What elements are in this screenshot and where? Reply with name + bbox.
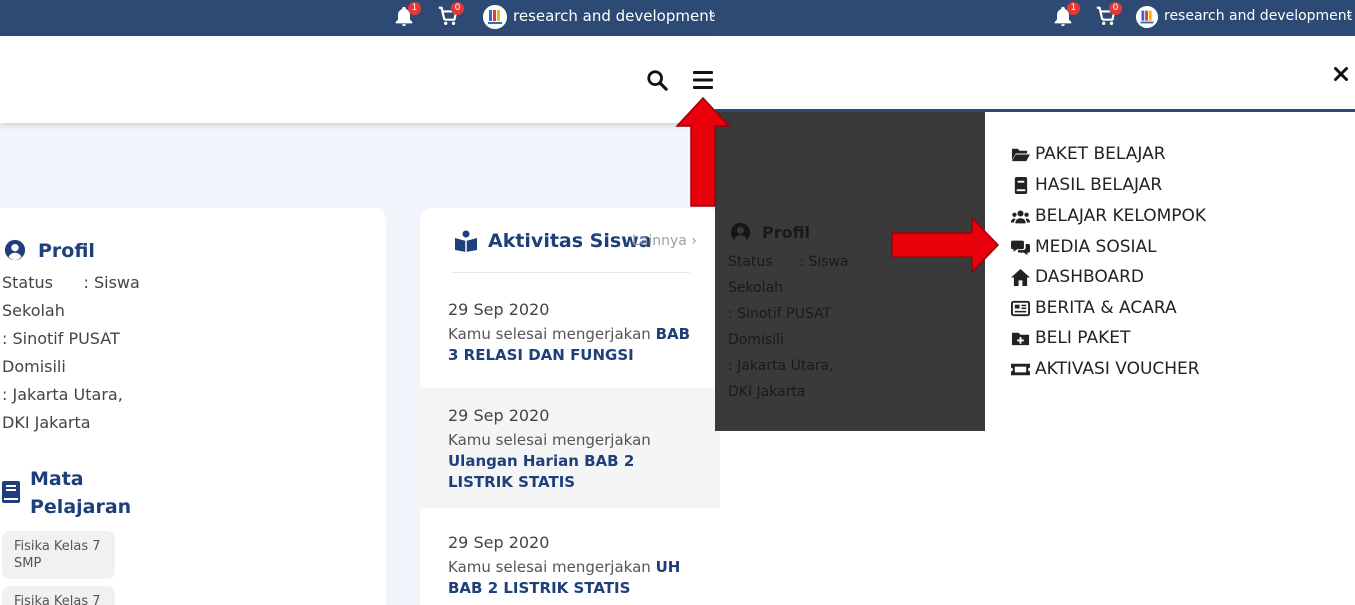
activity-text: Kamu selesai mengerjakan BAB 3 RELASI DA… [448, 325, 691, 364]
activity-date: 29 Sep 2020 [448, 300, 550, 319]
activity-date: 29 Sep 2020 [448, 533, 550, 552]
subjects-title: Mata [30, 468, 84, 490]
activity-card: Aktivitas Siswa Lainnya › 29 Sep 2020 Ka… [420, 208, 720, 605]
profile-school-label: Sekolah [728, 280, 784, 296]
profile-title: Profil [762, 223, 810, 242]
logo-icon [483, 5, 507, 29]
site-header [0, 36, 715, 123]
menu-item-media-sosial[interactable]: MEDIA SOSIAL [1011, 235, 1157, 259]
profile-domicile-value: : Jakarta Utara, [2, 385, 123, 404]
cart-badge: 0 [1109, 2, 1122, 15]
ticket-icon [1011, 363, 1030, 375]
menu-item-label: PAKET BELAJAR [1035, 144, 1166, 164]
profile-school-value: : Sinotif PUSAT [2, 329, 120, 348]
menu-item-berita-acara[interactable]: BERITA & ACARA [1011, 296, 1177, 320]
top-bar: 1 0 research and development ⌄ [715, 0, 1355, 36]
user-circle-icon [730, 222, 751, 243]
activity-item[interactable]: 29 Sep 2020 Kamu selesai mengerjakan Ula… [420, 388, 720, 508]
user-name[interactable]: research and development [1164, 8, 1352, 24]
annotation-arrow-right [891, 216, 1000, 274]
site-header-expanded [715, 36, 1355, 112]
profile-status: Status : Siswa [2, 273, 140, 292]
cart-badge: 0 [451, 2, 464, 15]
avatar[interactable] [483, 5, 507, 29]
profile-domicile-label: Domisili [2, 357, 66, 376]
menu-item-belajar-kelompok[interactable]: BELAJAR KELOMPOK [1011, 204, 1206, 228]
profile-school-value: : Sinotif PUSAT [728, 306, 832, 322]
notification-badge: 1 [1067, 2, 1080, 15]
activity-title: Aktivitas Siswa [488, 230, 652, 252]
comments-icon [1011, 240, 1030, 255]
newspaper-icon [1011, 300, 1030, 316]
close-icon[interactable] [1334, 67, 1348, 81]
activity-text: Kamu selesai mengerjakan Ulangan Harian … [448, 431, 651, 491]
chevron-down-icon[interactable]: ⌄ [1345, 9, 1353, 20]
book-icon [2, 481, 20, 503]
cart-plus-icon [1011, 332, 1030, 345]
profile-domicile-value-2: DKI Jakarta [728, 384, 806, 400]
menu-item-dashboard[interactable]: DASHBOARD [1011, 265, 1144, 289]
subject-chip[interactable]: Fisika Kelas 7 [2, 586, 115, 605]
user-circle-icon [4, 239, 26, 261]
menu-item-label: AKTIVASI VOUCHER [1035, 359, 1200, 379]
logo-icon [1136, 6, 1158, 28]
divider [452, 272, 690, 273]
menu-item-hasil-belajar[interactable]: HASIL BELAJAR [1011, 173, 1162, 197]
reader-icon [455, 230, 477, 252]
activity-text: Kamu selesai mengerjakan UH BAB 2 LISTRI… [448, 558, 681, 597]
cart-button[interactable]: 0 [436, 2, 464, 29]
folder-open-icon [1011, 148, 1030, 161]
user-name[interactable]: research and development [513, 7, 715, 25]
menu-item-label: BELAJAR KELOMPOK [1035, 206, 1207, 226]
activity-item[interactable]: 29 Sep 2020 Kamu selesai mengerjakan UH … [420, 508, 720, 605]
profile-status: Status : Siswa [728, 254, 849, 270]
menu-item-beli-paket[interactable]: BELI PAKET [1011, 326, 1130, 350]
avatar[interactable] [1136, 6, 1158, 28]
profile-domicile-value-2: DKI Jakarta [2, 413, 91, 432]
notification-button[interactable]: 1 [1052, 2, 1080, 29]
activity-item[interactable]: 29 Sep 2020 Kamu selesai mengerjakan BAB… [420, 278, 720, 388]
notification-badge: 1 [408, 2, 421, 15]
menu-item-label: BERITA & ACARA [1035, 298, 1177, 318]
menu-item-label: BELI PAKET [1035, 328, 1131, 348]
menu-item-label: DASHBOARD [1035, 267, 1144, 287]
menu-item-label: MEDIA SOSIAL [1035, 237, 1157, 257]
more-link[interactable]: Lainnya › [632, 233, 697, 249]
subjects-title-2: Pelajaran [30, 496, 132, 518]
hamburger-icon[interactable] [693, 71, 713, 89]
menu-item-aktivasi-voucher[interactable]: AKTIVASI VOUCHER [1011, 357, 1200, 381]
search-icon[interactable] [646, 69, 668, 91]
nav-menu: PAKET BELAJAR HASIL BELAJAR BELAJAR KELO… [985, 112, 1355, 605]
cart-button[interactable]: 0 [1094, 2, 1122, 29]
users-icon [1011, 209, 1030, 223]
notification-button[interactable]: 1 [393, 2, 421, 29]
menu-item-paket-belajar[interactable]: PAKET BELAJAR [1011, 142, 1166, 166]
profile-domicile-label: Domisili [728, 332, 784, 348]
profile-school-label: Sekolah [2, 301, 65, 320]
subject-chip[interactable]: Fisika Kelas 7 SMP [2, 531, 115, 579]
top-bar: 1 0 research and development ⌄ [0, 0, 717, 36]
annotation-arrow-up [675, 96, 731, 207]
profile-title: Profil [38, 240, 95, 262]
menu-item-label: HASIL BELAJAR [1035, 175, 1163, 195]
profile-domicile-value: : Jakarta Utara, [728, 358, 834, 374]
home-icon [1011, 268, 1030, 286]
book-icon [1014, 176, 1028, 194]
activity-date: 29 Sep 2020 [448, 406, 550, 425]
